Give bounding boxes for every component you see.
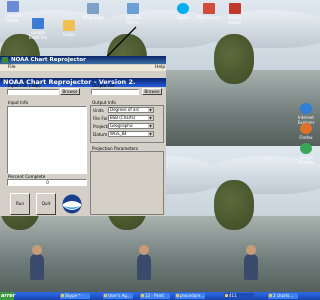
- desktop-icon-adobe-reader[interactable]: Adobe Reader: [222, 3, 248, 25]
- input-file-label: Input File (.kap): [8, 83, 41, 88]
- pdf-icon: [203, 3, 215, 14]
- start-button[interactable]: arrer: [0, 292, 15, 300]
- taskbar-item-411[interactable]: 411: [224, 293, 254, 299]
- menu-file[interactable]: File: [8, 65, 16, 71]
- chevron-down-icon: ▼: [148, 116, 153, 120]
- skype-icon: [177, 3, 189, 14]
- menu-bar: File Help: [0, 65, 166, 71]
- taskbar-item-users-agent[interactable]: User's Ag...: [103, 293, 133, 299]
- scanner-icon: [87, 3, 99, 14]
- output-file-field[interactable]: [91, 89, 139, 95]
- desktop-icon-internet-explorer[interactable]: Internet Explorer: [293, 103, 319, 125]
- desktop-icon-skype[interactable]: Skype: [170, 3, 196, 20]
- chevron-down-icon: ▼: [148, 132, 153, 136]
- percent-complete-field: 0: [7, 179, 87, 186]
- input-file-field[interactable]: [7, 89, 59, 95]
- projection-parameters-group: [90, 151, 164, 215]
- projection-dropdown[interactable]: Geographic ▼: [108, 123, 154, 129]
- desktop-icon-opengl[interactable]: OpenGL Demo: [120, 3, 146, 25]
- firefox-icon: [300, 123, 312, 134]
- window-titlebar[interactable]: NOAA Chart Reprojector: [0, 56, 166, 64]
- chevron-down-icon: ▼: [148, 108, 153, 112]
- quit-button[interactable]: Quit: [36, 193, 56, 215]
- chevron-down-icon: ▼: [148, 124, 153, 128]
- adobe-icon: [229, 3, 241, 14]
- output-browse-button[interactable]: Browse: [142, 88, 162, 95]
- menu-help[interactable]: Help: [155, 65, 165, 71]
- internet-explorer-icon: [300, 103, 312, 114]
- units-label: Units: [93, 108, 104, 113]
- taskbar-item-procedure[interactable]: procedure...: [175, 293, 205, 299]
- file-format-dropdown[interactable]: BSB (Charts) ▼: [108, 115, 154, 121]
- output-file-label: Output File: [92, 83, 115, 88]
- datum-dropdown[interactable]: WGS_84 ▼: [108, 131, 154, 137]
- input-browse-button[interactable]: Browse: [60, 88, 80, 95]
- wallpaper-panel: [214, 146, 320, 292]
- application-icon: [7, 1, 19, 12]
- datum-label: Datum: [93, 132, 108, 137]
- desktop-icon-chrome[interactable]: Google Chrome: [293, 143, 319, 165]
- noaa-logo: [62, 194, 82, 214]
- input-info-label: Input Info: [8, 100, 29, 105]
- chrome-icon: [300, 143, 312, 154]
- taskbar-item-charts[interactable]: 2 charts...: [268, 293, 298, 299]
- units-dropdown[interactable]: Degrees of arc ▼: [108, 107, 154, 113]
- desktop-icon-hp-scanjet[interactable]: HP ScanJet: [80, 3, 106, 20]
- run-button[interactable]: Run: [10, 193, 30, 215]
- globe-icon: [32, 18, 44, 29]
- input-info-box[interactable]: [7, 106, 87, 174]
- desktop-icon-firefox[interactable]: Firefox: [293, 123, 319, 140]
- taskbar-item-skype[interactable]: Skype™ -: [60, 293, 90, 299]
- desktop-icon-pdf-creator[interactable]: PDF Creator: [196, 3, 222, 20]
- app-icon: [2, 57, 8, 63]
- desktop-icon-crimson-editor[interactable]: Crimson Editor: [0, 1, 26, 23]
- application-icon: [127, 3, 139, 14]
- taskbar-item-paint[interactable]: 12 - Paint: [140, 293, 170, 299]
- desktop-icon-google-earth[interactable]: Google Earth Pro: [25, 18, 51, 40]
